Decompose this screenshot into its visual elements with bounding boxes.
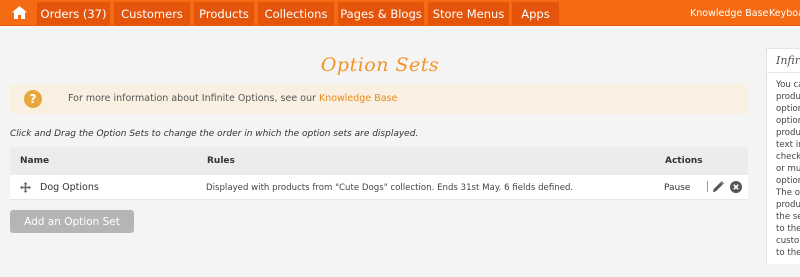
side-panel-line: You ca xyxy=(776,80,800,90)
knowledge-base-info-link[interactable]: Knowledge Base xyxy=(319,93,397,104)
column-header-name: Name xyxy=(20,156,50,166)
nav-tab-products[interactable]: Products xyxy=(194,2,254,25)
side-help-panel: Infir You ca produ option option produ t… xyxy=(766,48,800,264)
drag-instructions: Click and Drag the Option Sets to change… xyxy=(10,129,419,139)
side-panel-line: The op xyxy=(776,188,800,198)
drag-handle-icon[interactable] xyxy=(20,182,31,193)
column-header-rules: Rules xyxy=(207,156,235,166)
side-panel-line: check xyxy=(776,152,800,162)
nav-tab-pages-blogs[interactable]: Pages & Blogs xyxy=(338,2,424,25)
edit-pencil-icon[interactable] xyxy=(712,181,724,193)
side-panel-line: or mul xyxy=(776,164,800,174)
side-panel-line: text in xyxy=(776,140,800,150)
delete-x-icon[interactable] xyxy=(730,181,742,193)
option-set-rules: Displayed with products from "Cute Dogs"… xyxy=(206,183,574,193)
side-panel-line: option xyxy=(776,104,800,114)
home-icon xyxy=(11,6,27,19)
pause-button[interactable]: Pause xyxy=(664,183,690,193)
side-panel-line: custo xyxy=(776,236,800,246)
column-header-actions: Actions xyxy=(665,156,703,166)
side-panel-line: option xyxy=(776,116,800,126)
info-banner: ? For more information about Infinite Op… xyxy=(10,84,748,114)
table-header: Name Rules Actions xyxy=(10,147,748,175)
nav-tab-apps[interactable]: Apps xyxy=(512,2,559,25)
info-text: For more information about Infinite Opti… xyxy=(68,93,397,104)
nav-tab-customers[interactable]: Customers xyxy=(114,2,190,25)
side-panel-line: produ xyxy=(776,128,800,138)
info-icon: ? xyxy=(24,90,42,108)
side-panel-line: the se xyxy=(776,212,800,222)
side-panel-divider xyxy=(767,72,800,73)
nav-tab-collections[interactable]: Collections xyxy=(258,2,334,25)
top-navigation: Orders (37) Customers Products Collectio… xyxy=(0,0,800,26)
add-option-set-button[interactable]: Add an Option Set xyxy=(10,210,134,233)
knowledge-base-link[interactable]: Knowledge Base xyxy=(690,0,768,26)
side-panel-line: to the xyxy=(776,224,800,234)
action-separator xyxy=(707,181,708,192)
nav-tab-orders[interactable]: Orders (37) xyxy=(37,2,110,25)
option-sets-table: Name Rules Actions Dog Options Displayed… xyxy=(10,147,748,200)
side-panel-line: to the xyxy=(776,248,800,258)
page-title: Option Sets xyxy=(320,54,440,76)
nav-tab-store-menus[interactable]: Store Menus xyxy=(428,2,509,25)
side-panel-line: option xyxy=(776,176,800,186)
table-row[interactable]: Dog Options Displayed with products from… xyxy=(10,175,748,200)
info-prefix: For more information about Infinite Opti… xyxy=(68,93,319,104)
option-set-name[interactable]: Dog Options xyxy=(40,182,99,193)
keyboard-shortcuts-link[interactable]: Keyboa xyxy=(769,0,800,26)
home-button[interactable] xyxy=(4,2,34,23)
side-panel-line: produ xyxy=(776,200,800,210)
side-panel-title: Infir xyxy=(776,54,800,67)
side-panel-line: produ xyxy=(776,92,800,102)
